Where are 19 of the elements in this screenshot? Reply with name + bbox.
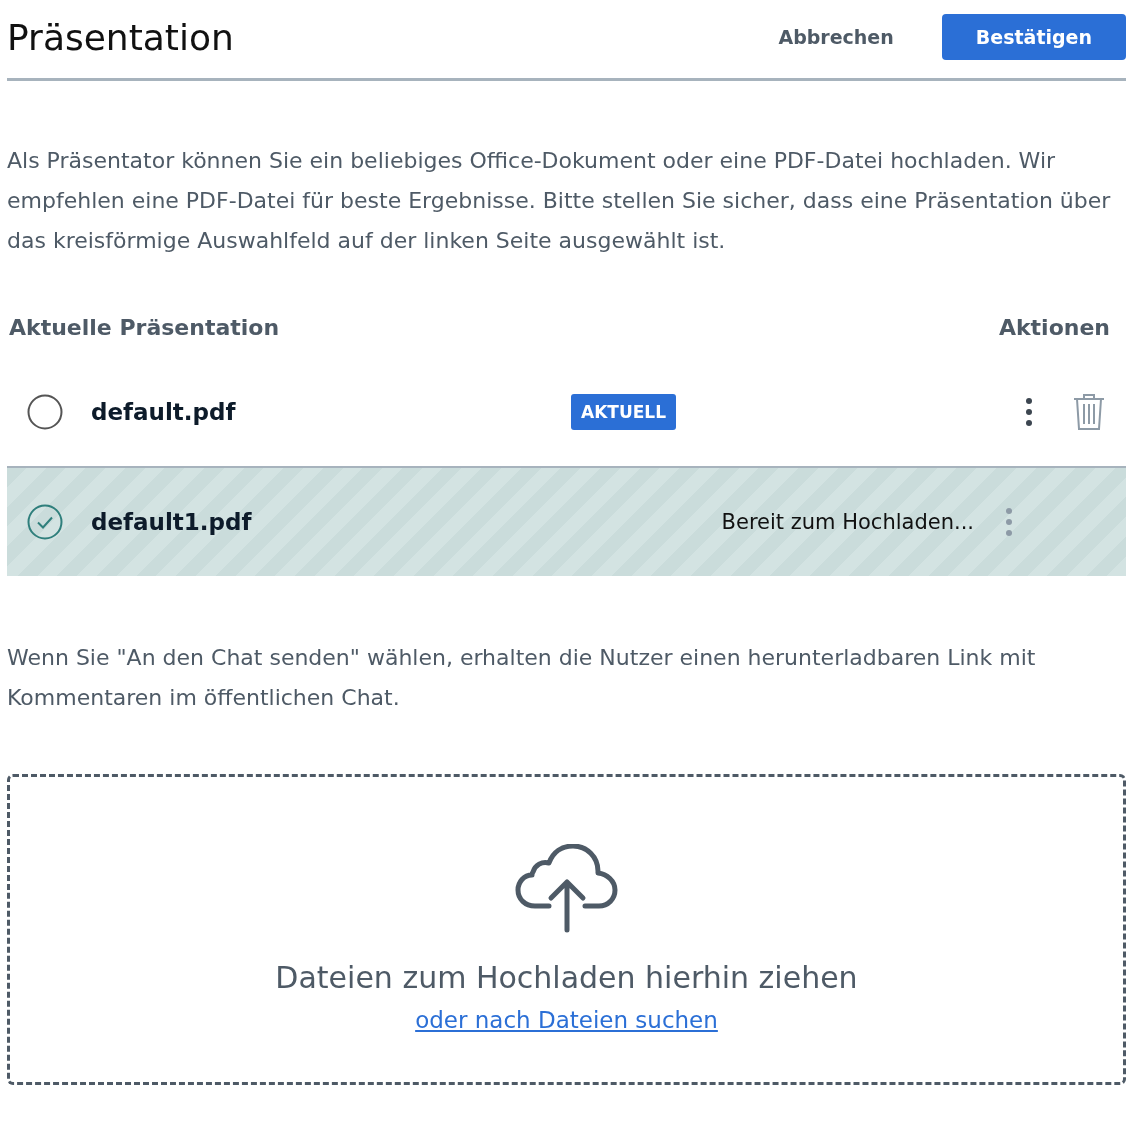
radio-button[interactable] [27,394,63,430]
drop-hint: Dateien zum Hochladen hierhin ziehen [275,960,858,995]
file-name: default1.pdf [91,509,253,535]
chat-note: Wenn Sie "An den Chat senden" wählen, erhalten die Nutzer einen herunterladbaren Link mit Kommentaren im öffentlichen Chat. [7,644,1037,712]
cancel-button[interactable]: Abbrechen [754,14,918,60]
dialog-title: Präsentation [7,16,235,58]
radio-button[interactable] [27,504,63,540]
trash-icon[interactable] [1072,393,1106,431]
upload-status: Bereit zum Hochladen... [721,510,974,534]
browse-files-link[interactable]: oder nach Dateien suchen [415,1007,718,1033]
cloud-upload-icon [514,844,619,934]
file-name: default.pdf [91,399,237,425]
current-badge: AKTUELL [571,394,676,430]
column-header: Aktuelle Präsentation [9,315,280,340]
column-header: Aktionen [998,315,1110,340]
drop-zone[interactable]: Dateien zum Hochladen hierhin ziehen oder nach Dateien suchen [7,774,1126,1085]
confirm-button[interactable]: Bestätigen [941,14,1126,60]
more-icon[interactable] [1024,397,1034,427]
intro-text: Als Präsentator können Sie ein beliebiges Office-Dokument oder eine PDF-Datei hochladen. Wir empfehlen eine PDF-Datei für beste Ergebnisse. Bitte stellen Sie sicher, dass eine Präsentation über das kreisförmige Auswahlfeld auf der linken Seite ausgewählt ist. [7,147,1112,255]
